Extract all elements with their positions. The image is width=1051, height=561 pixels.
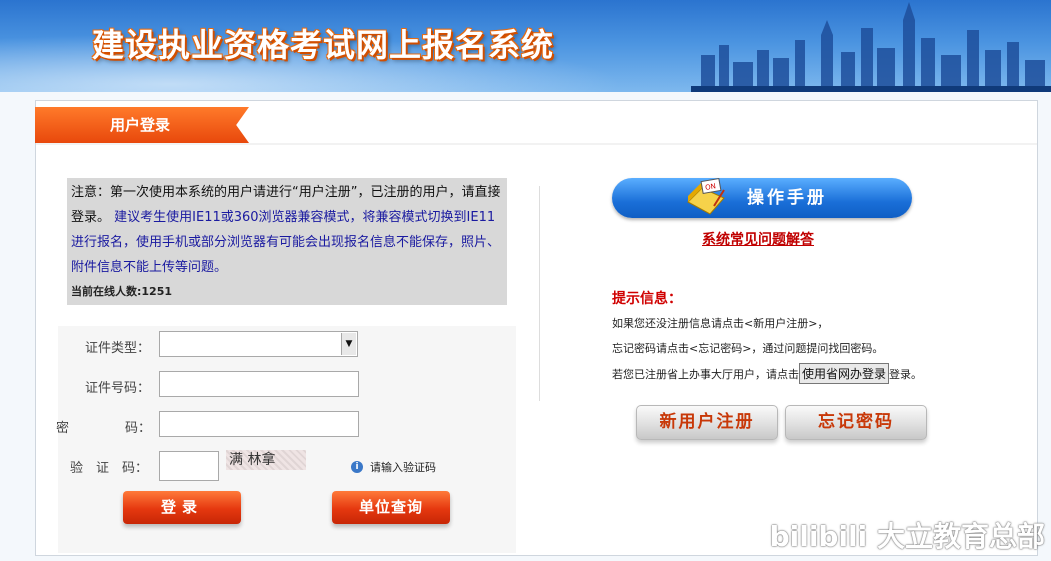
login-tab: 用户登录 [35,107,249,143]
tip-line-2: 忘记密码请点击<忘记密码>，通过问题提问找回密码。 [612,342,884,355]
tip-line-3-suffix: 登录。 [889,368,923,381]
header-banner: 建设执业资格考试网上报名系统 [0,0,1051,92]
captcha-hint: 请输入验证码 [370,461,436,474]
city-skyline-image [691,2,1051,92]
dropdown-arrow-icon[interactable]: ▼ [341,333,356,355]
info-icon: i [351,461,363,473]
register-button[interactable]: 新用户注册 [636,405,778,440]
captcha-image[interactable]: 满 林拿 [226,450,306,470]
watermark: bilibili 大立教育总部 [769,520,1045,553]
book-icon: ON [687,177,725,215]
tip-line-1: 如果您还没注册信息请点击<新用户注册>， [612,317,829,330]
vertical-divider [539,186,540,401]
tip-line-3: 若您已注册省上办事大厅用户，请点击 使用省网办登录 登录。 [612,363,922,384]
gov-login-button[interactable]: 使用省网办登录 [799,363,890,384]
password-label: 密 [56,421,70,436]
login-button[interactable]: 登录 [123,491,241,524]
site-title: 建设执业资格考试网上报名系统 [92,26,555,64]
manual-label: 操作手册 [747,188,827,208]
forgot-password-button[interactable]: 忘记密码 [785,405,927,440]
id-type-select[interactable]: ▼ [159,331,358,357]
id-number-input[interactable] [159,371,359,397]
manual-button[interactable]: ON 操作手册 [612,177,912,218]
tips-title: 提示信息： [612,291,682,307]
faq-link[interactable]: 系统常见问题解答 [702,229,814,249]
online-count-label: 当前在线人数: [71,285,142,298]
password-input[interactable] [159,411,359,437]
id-type-label: 证件类型： [85,341,151,356]
login-panel: 用户登录 注意：第一次使用本系统的用户请进行“用户注册”，已注册的用户，请直接登… [35,100,1038,556]
online-count-value: 1251 [141,285,173,298]
captcha-input[interactable] [159,451,219,481]
password-label-suffix: 码： [125,421,152,436]
browser-advice-text: 建议考生使用IE11或360浏览器兼容模式，将兼容模式切换到IE11进行报名，使… [71,210,501,275]
captcha-label: 验 证 码： [70,461,149,476]
tab-divider [36,143,1037,145]
id-number-label: 证件号码： [85,381,151,396]
unit-query-button[interactable]: 单位查询 [332,491,450,524]
online-count: 当前在线人数:1251 [71,283,172,299]
tip-line-3-prefix: 若您已注册省上办事大厅用户，请点击 [612,368,799,381]
